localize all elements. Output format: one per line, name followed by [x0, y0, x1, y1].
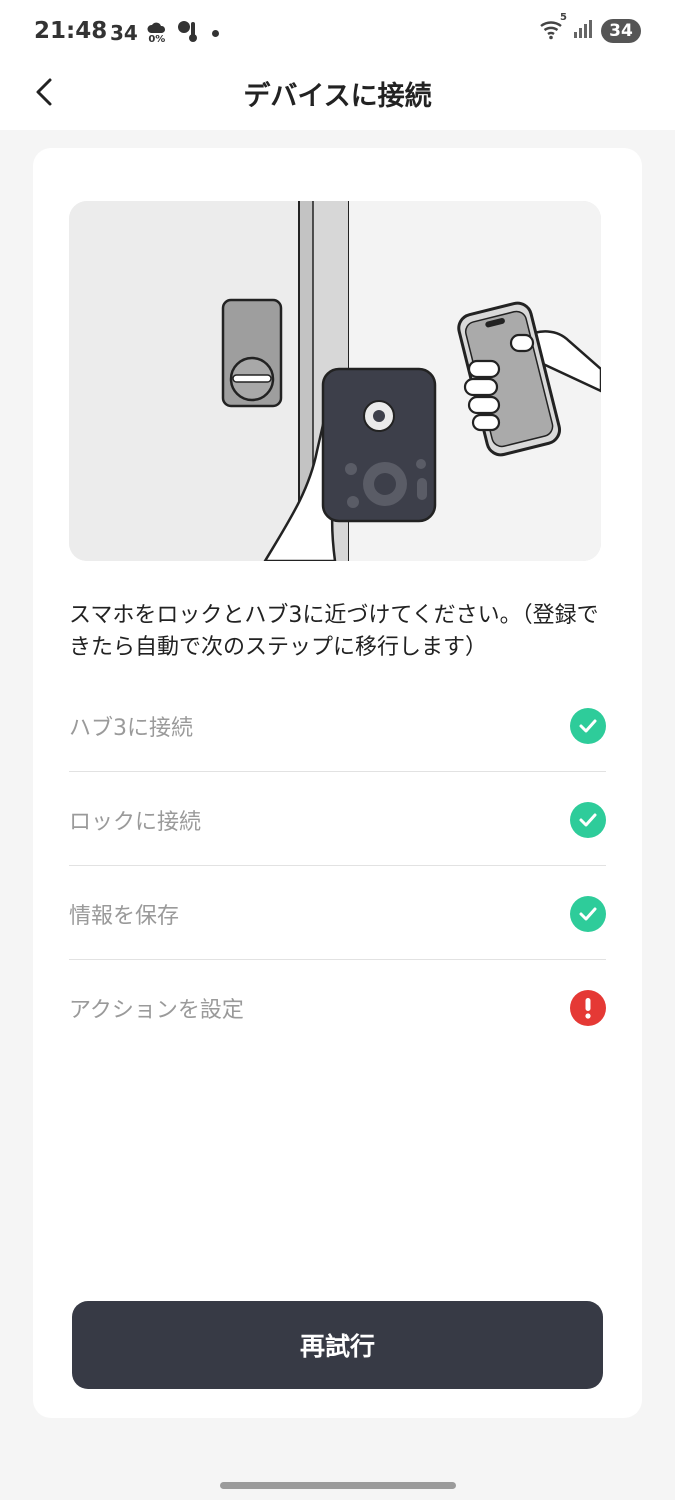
battery-indicator: 34 — [601, 19, 641, 43]
wifi-icon: 5 — [539, 12, 567, 44]
step-item: アクションを設定 — [69, 960, 606, 1054]
precip-text: 0% — [148, 34, 166, 45]
step-label: ロックに接続 — [69, 810, 202, 835]
check-circle-icon — [570, 896, 606, 932]
step-label: ハブ3に接続 — [69, 716, 193, 741]
pairing-illustration — [69, 201, 601, 561]
step-label: アクションを設定 — [69, 998, 244, 1023]
instruction-text: スマホをロックとハブ3に近づけてください。（登録できたら自動で次のステップに移行… — [69, 603, 599, 660]
weather-icon: 0% — [146, 21, 168, 45]
signal-icon — [573, 19, 593, 43]
status-time: 21:48 — [34, 18, 108, 44]
status-right: 5 34 — [539, 12, 641, 44]
app-bar: デバイスに接続 — [0, 64, 675, 130]
page-title: デバイスに接続 — [243, 81, 432, 112]
status-bar: 21:48 34 0% 5 34 — [0, 0, 675, 64]
step-label: 情報を保存 — [69, 904, 180, 929]
check-circle-icon — [570, 708, 606, 744]
temperature-text: 34 — [110, 21, 138, 45]
status-left-icons: 34 0% — [110, 18, 219, 48]
step-item: 情報を保存 — [69, 866, 606, 960]
home-indicator[interactable] — [220, 1482, 456, 1489]
dot-icon — [211, 29, 219, 37]
main-card: スマホをロックとハブ3に近づけてください。（登録できたら自動で次のステップに移行… — [33, 148, 642, 1418]
check-circle-icon — [570, 802, 606, 838]
network-generation: 5 — [560, 12, 567, 23]
step-item: ロックに接続 — [69, 772, 606, 866]
retry-button[interactable]: 再試行 — [72, 1301, 603, 1389]
step-item: ハブ3に接続 — [69, 678, 606, 772]
error-circle-icon — [570, 990, 606, 1026]
thermometer-icon — [176, 18, 200, 48]
step-list: ハブ3に接続 ロックに接続 情報を保存 アクションを設定 — [69, 678, 606, 1054]
